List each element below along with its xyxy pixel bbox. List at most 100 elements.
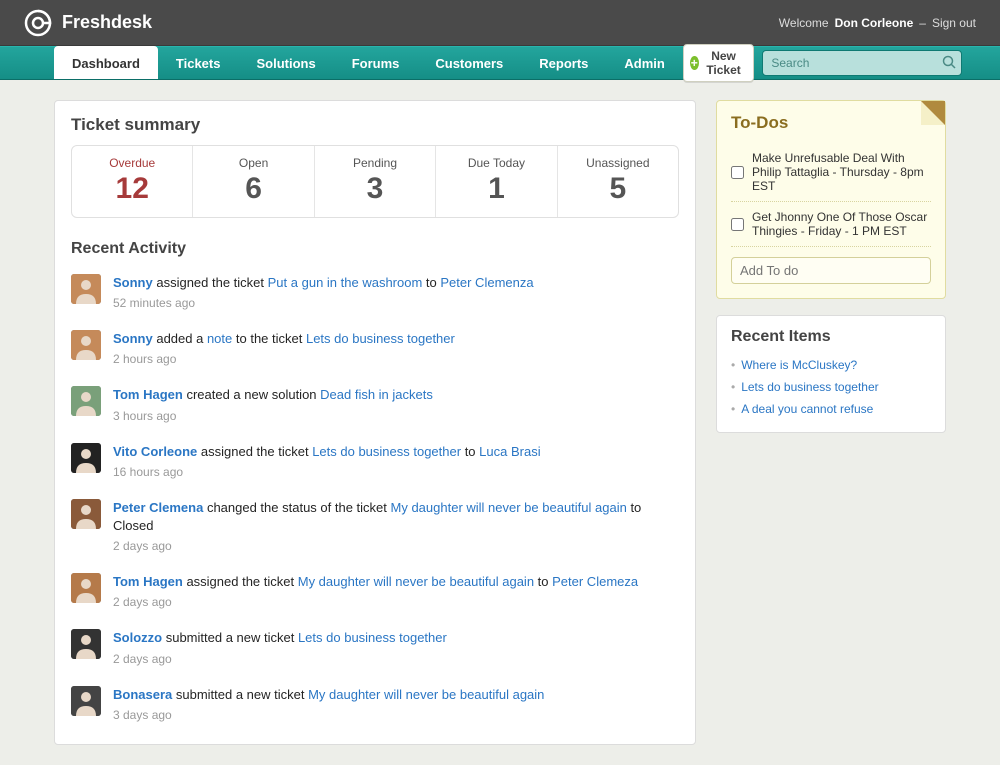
nav-tab-dashboard[interactable]: Dashboard [54,46,158,79]
brand-logo[interactable]: Freshdesk [24,9,152,37]
activity-item: Tom Hagen created a new solution Dead fi… [71,376,679,432]
activity-object-link[interactable]: My daughter will never be beautiful agai… [308,687,544,702]
summary-label: Unassigned [562,156,674,170]
avatar[interactable] [71,629,101,659]
current-user[interactable]: Don Corleone [835,16,914,30]
avatar[interactable] [71,274,101,304]
activity-target-link[interactable]: Peter Clemeza [552,574,638,589]
summary-open[interactable]: Open6 [193,146,314,217]
activity-item: Sonny assigned the ticket Put a gun in t… [71,264,679,320]
activity-actor-link[interactable]: Tom Hagen [113,387,183,402]
avatar[interactable] [71,386,101,416]
nav-tab-customers[interactable]: Customers [417,47,521,79]
user-menu: Welcome Don Corleone – Sign out [779,16,976,30]
recent-item-link[interactable]: Lets do business together [741,380,878,394]
summary-label: Open [197,156,309,170]
activity-item: Tom Hagen assigned the ticket My daughte… [71,563,679,619]
top-bar: Freshdesk Welcome Don Corleone – Sign ou… [0,0,1000,46]
activity-actor-link[interactable]: Solozzo [113,630,162,645]
nav-tab-tickets[interactable]: Tickets [158,47,239,79]
activity-time: 52 minutes ago [113,296,679,310]
activity-object-link[interactable]: Lets do business together [298,630,447,645]
todo-item: Get Jhonny One Of Those Oscar Thingies -… [731,202,931,247]
activity-object-link[interactable]: note [207,331,232,346]
avatar[interactable] [71,499,101,529]
recent-item[interactable]: Where is McCluskey? [731,354,931,376]
avatar[interactable] [71,573,101,603]
activity-time: 3 hours ago [113,409,679,423]
nav-tab-solutions[interactable]: Solutions [238,47,333,79]
summary-overdue[interactable]: Overdue 12 [72,146,193,217]
activity-object-link[interactable]: Dead fish in jackets [320,387,433,402]
summary-pending[interactable]: Pending 3 [315,146,436,217]
ticket-summary-title: Ticket summary [55,101,695,145]
activity-time: 2 days ago [113,595,679,609]
recent-item-link[interactable]: A deal you cannot refuse [741,402,873,416]
recent-item[interactable]: Lets do business together [731,376,931,398]
activity-actor-link[interactable]: Peter Clemena [113,500,203,515]
main-nav: DashboardTicketsSolutionsForumsCustomers… [0,46,1000,80]
avatar[interactable] [71,686,101,716]
activity-object-link[interactable]: My daughter will never be beautiful agai… [298,574,534,589]
todo-text: Get Jhonny One Of Those Oscar Thingies -… [752,210,931,238]
activity-object-link[interactable]: Put a gun in the washroom [268,275,423,290]
activity-object-link[interactable]: My daughter will never be beautiful agai… [391,500,627,515]
todo-item: Make Unrefusable Deal With Philip Tattag… [731,143,931,202]
summary-label: Overdue [76,156,188,170]
activity-item: Vito Corleone assigned the ticket Lets d… [71,433,679,489]
new-ticket-button[interactable]: + New Ticket [683,44,754,82]
welcome-label: Welcome [779,16,829,30]
summary-label: Due Today [440,156,552,170]
summary-value: 1 [440,172,552,205]
sign-out-link[interactable]: Sign out [932,16,976,30]
avatar[interactable] [71,330,101,360]
new-ticket-label: New Ticket [704,49,744,77]
activity-target-link[interactable]: Peter Clemenza [440,275,533,290]
activity-target-link[interactable]: Lets do business together [306,331,455,346]
recent-item[interactable]: A deal you cannot refuse [731,398,931,420]
activity-text: Vito Corleone assigned the ticket Lets d… [113,443,679,461]
recent-activity-title: Recent Activity [55,234,695,264]
activity-actor-link[interactable]: Vito Corleone [113,444,197,459]
activity-text: Solozzo submitted a new ticket Lets do b… [113,629,679,647]
activity-text: Tom Hagen assigned the ticket My daughte… [113,573,679,591]
summary-unassigned[interactable]: Unassigned 5 [558,146,678,217]
summary-value: 3 [319,172,431,205]
summary-due-today[interactable]: Due Today 1 [436,146,557,217]
summary-label: Pending [319,156,431,170]
activity-item: Bonasera submitted a new ticket My daugh… [71,676,679,732]
activity-time: 16 hours ago [113,465,679,479]
activity-actor-link[interactable]: Tom Hagen [113,574,183,589]
todos-panel: To-Dos Make Unrefusable Deal With Philip… [716,100,946,299]
activity-time: 3 days ago [113,708,679,722]
summary-value: 12 [76,172,188,205]
activity-actor-link[interactable]: Sonny [113,275,153,290]
search-input[interactable] [762,50,962,76]
activity-actor-link[interactable]: Sonny [113,331,153,346]
activity-object-link[interactable]: Lets do business together [312,444,461,459]
activity-item: Sonny added a note to the ticket Lets do… [71,320,679,376]
todo-checkbox[interactable] [731,211,744,238]
activity-time: 2 hours ago [113,352,679,366]
nav-tab-admin[interactable]: Admin [606,47,682,79]
nav-tab-forums[interactable]: Forums [334,47,418,79]
activity-item: Solozzo submitted a new ticket Lets do b… [71,619,679,675]
corner-fold-icon [921,101,945,125]
activity-actor-link[interactable]: Bonasera [113,687,172,702]
nav-tab-reports[interactable]: Reports [521,47,606,79]
activity-text: Sonny added a note to the ticket Lets do… [113,330,679,348]
freshdesk-logo-icon [24,9,52,37]
activity-text: Sonny assigned the ticket Put a gun in t… [113,274,679,292]
add-todo-input[interactable] [731,257,931,284]
ticket-summary-panel: Ticket summary Overdue12Open6Pending3Due… [54,100,696,745]
summary-value: 5 [562,172,674,205]
activity-item: Peter Clemena changed the status of the … [71,489,679,563]
search-icon [942,55,956,72]
activity-text: Peter Clemena changed the status of the … [113,499,679,535]
todo-checkbox[interactable] [731,152,744,193]
activity-time: 2 days ago [113,539,679,553]
recent-item-link[interactable]: Where is McCluskey? [741,358,857,372]
todo-text: Make Unrefusable Deal With Philip Tattag… [752,151,931,193]
avatar[interactable] [71,443,101,473]
activity-target-link[interactable]: Luca Brasi [479,444,540,459]
